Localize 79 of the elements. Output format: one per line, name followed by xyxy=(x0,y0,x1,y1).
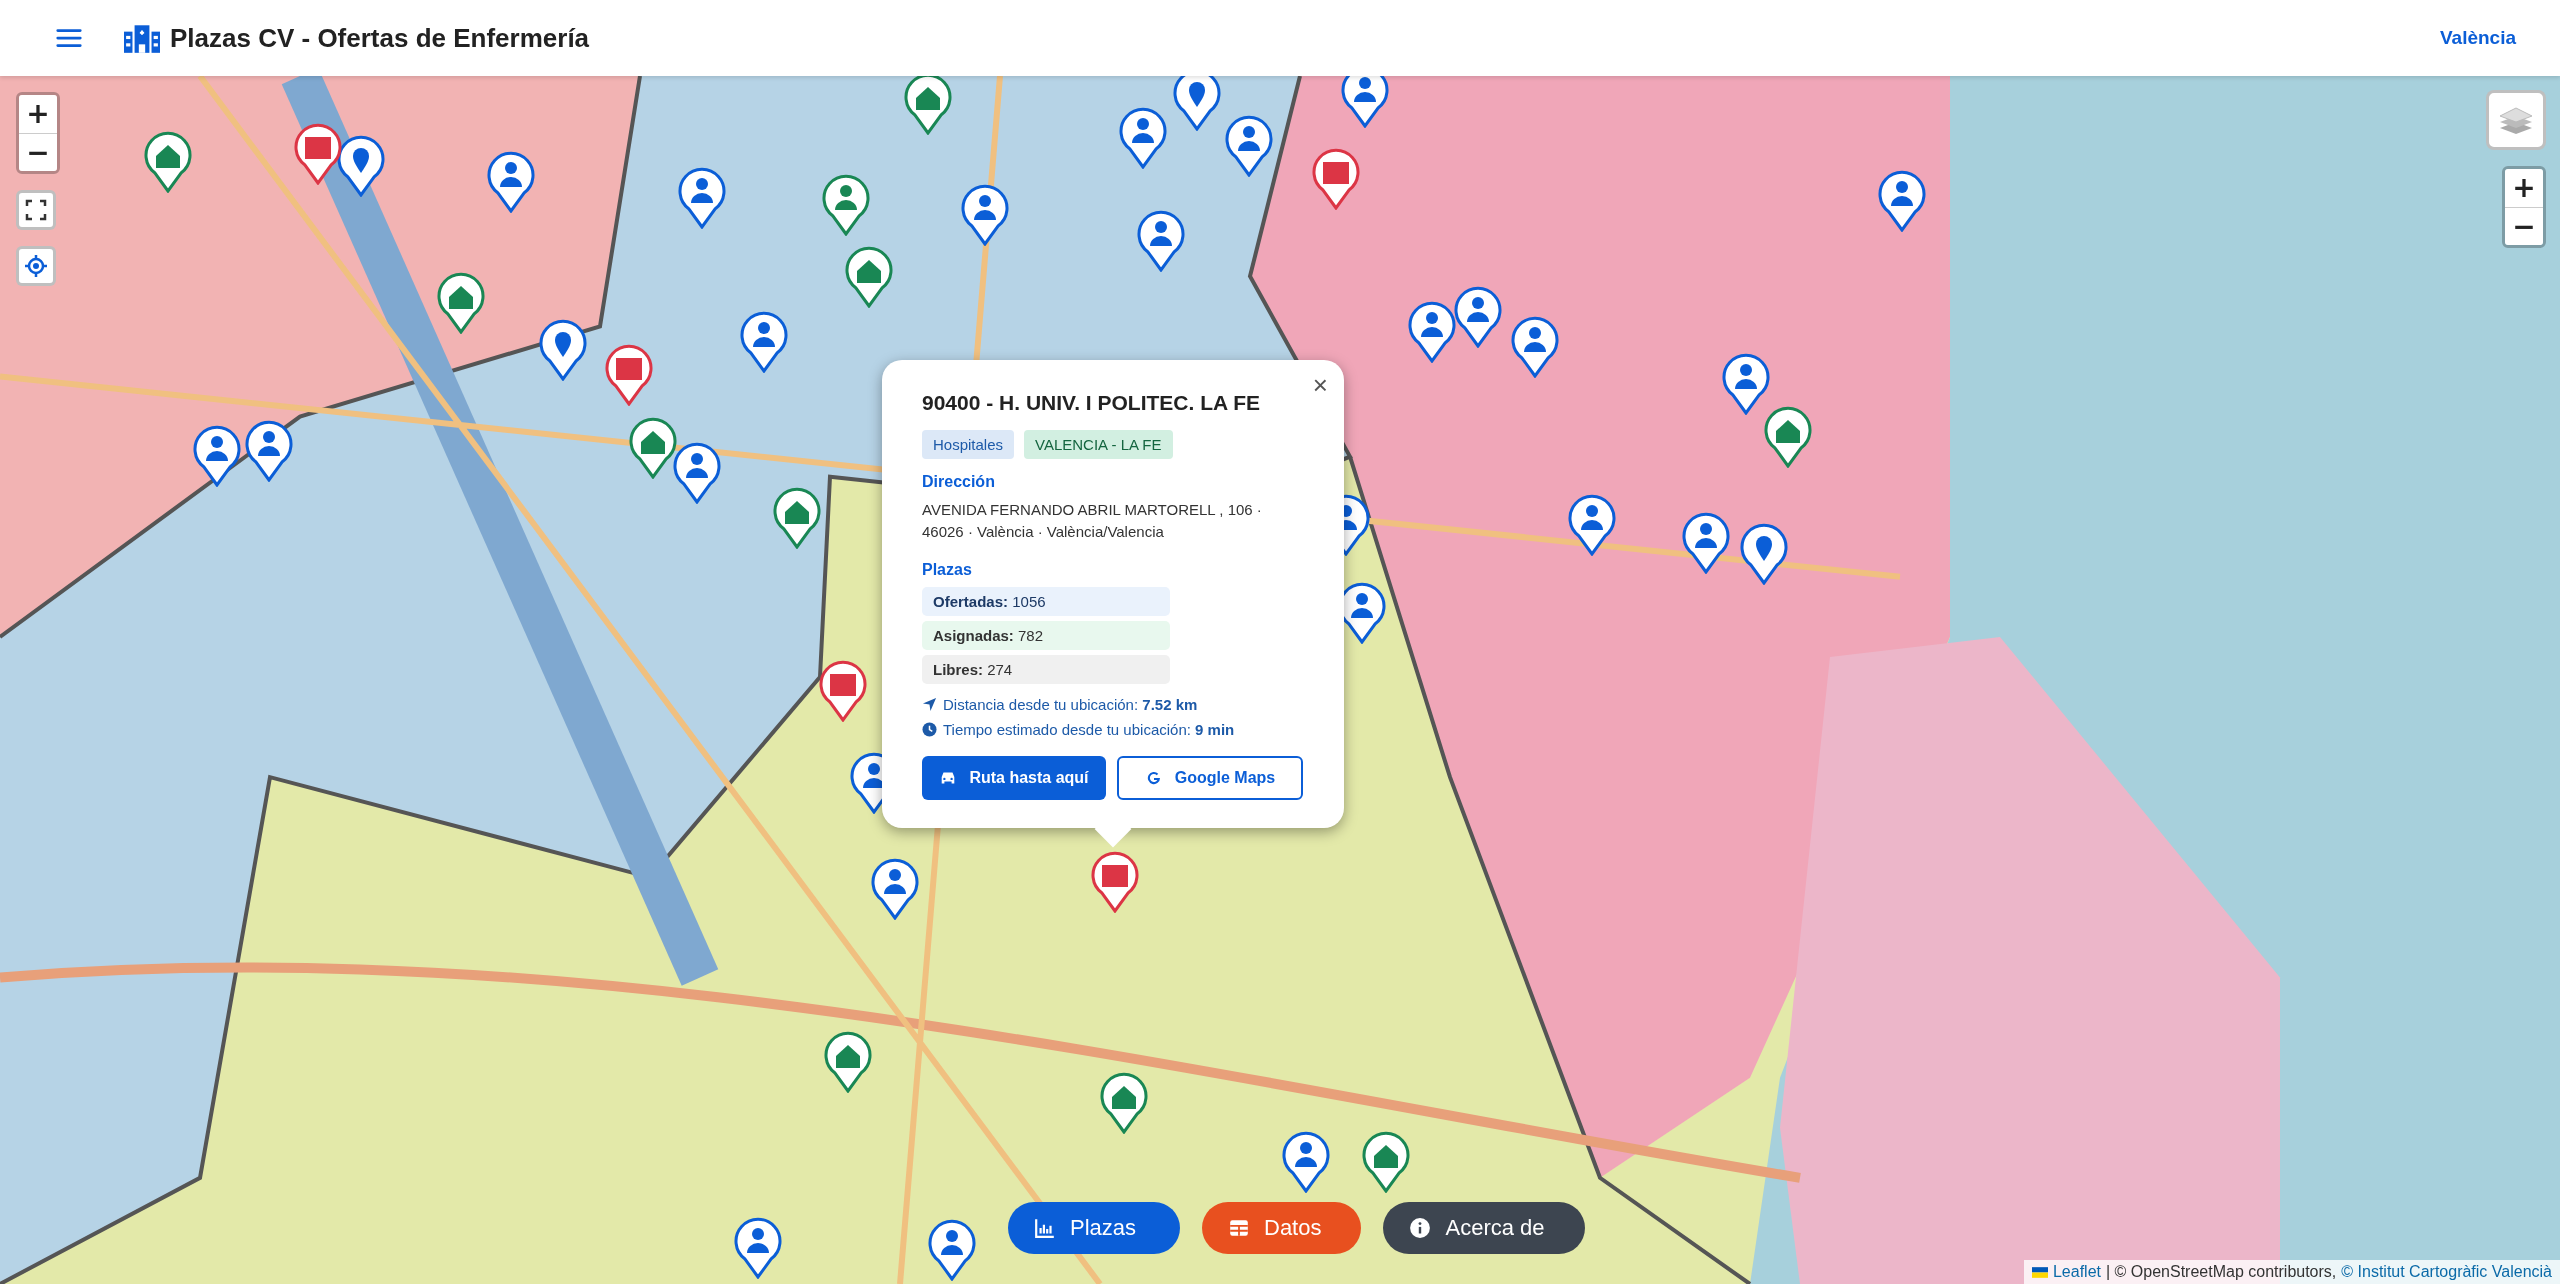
leaflet-link[interactable]: Leaflet xyxy=(2052,1263,2101,1281)
house-pin-icon[interactable] xyxy=(771,487,822,550)
info-button[interactable]: Acerca de xyxy=(1383,1202,1585,1254)
person-pin-icon[interactable] xyxy=(1720,353,1771,416)
zoom-out-button[interactable]: − xyxy=(19,133,57,171)
person-pin-icon[interactable] xyxy=(1281,1130,1332,1193)
person-pin-icon[interactable] xyxy=(1340,76,1391,128)
person-pin-icon[interactable] xyxy=(1681,511,1732,574)
app-title: Plazas CV - Ofertas de Enfermería xyxy=(170,22,590,54)
route-button[interactable]: Ruta hasta aquí xyxy=(922,756,1106,800)
stat-row: Libres: 274 xyxy=(922,655,1170,684)
info-icon xyxy=(1409,1217,1432,1239)
hospital-logo-icon xyxy=(124,23,160,53)
zoom-in-button[interactable]: + xyxy=(2505,169,2543,207)
person-pin-icon[interactable] xyxy=(244,420,295,483)
stat-row: Asignadas: 782 xyxy=(922,621,1170,650)
person-pin-icon[interactable] xyxy=(677,167,728,230)
flag-icon xyxy=(2031,1266,2048,1278)
building-pin-icon[interactable] xyxy=(817,660,868,723)
building-pin-icon[interactable] xyxy=(1090,851,1141,914)
person-pin-icon[interactable] xyxy=(869,858,920,920)
house-pin-icon[interactable] xyxy=(1763,405,1814,468)
house-pin-icon[interactable] xyxy=(1361,1130,1412,1193)
distance-text: Distancia desde tu ubicación: 7.52 km xyxy=(943,696,1198,713)
person-pin-icon[interactable] xyxy=(486,150,537,213)
close-button[interactable]: × xyxy=(1308,370,1332,401)
table-icon xyxy=(1228,1217,1250,1239)
house-pin-icon[interactable] xyxy=(1098,1071,1149,1134)
building-pin-icon[interactable] xyxy=(1310,147,1361,210)
tag: Hospitales xyxy=(922,430,1015,459)
maps-button[interactable]: Google Maps xyxy=(1117,756,1303,800)
house-pin-icon[interactable] xyxy=(628,417,679,480)
person-pin-icon[interactable] xyxy=(672,441,723,504)
location-pin-icon[interactable] xyxy=(1172,76,1222,132)
chart-button[interactable]: Plazas xyxy=(1008,1202,1180,1254)
fullscreen-icon xyxy=(24,198,48,222)
attribution-note: | © OpenStreetMap contributors, xyxy=(2106,1263,2337,1281)
navigation-arrow-icon xyxy=(922,697,937,712)
house-pin-icon[interactable] xyxy=(843,245,894,308)
provider-link[interactable]: © Institut Cartogràfic Valencià xyxy=(2341,1263,2552,1281)
crosshair-icon xyxy=(24,254,48,278)
address-text: AVENIDA FERNANDO ABRIL MARTORELL , 106 · 46026 · València · València/Valencia xyxy=(922,500,1263,542)
locate-button[interactable] xyxy=(16,246,56,286)
person-pin-icon[interactable] xyxy=(1224,114,1275,177)
building-pin-icon[interactable] xyxy=(603,343,654,406)
popup-title: 90400 - H. UNIV. I POLITEC. LA FE xyxy=(922,390,1262,416)
person-pin-icon[interactable] xyxy=(1136,209,1187,272)
time-text: Tiempo estimado desde tu ubicación: 9 min xyxy=(943,721,1235,738)
person-pin-icon[interactable] xyxy=(1118,106,1169,169)
zoom-out-button[interactable]: − xyxy=(2505,207,2543,245)
location-pin-icon[interactable] xyxy=(335,134,386,197)
tag: VALENCIA - LA FE xyxy=(1024,430,1173,459)
table-button[interactable]: Datos xyxy=(1202,1202,1362,1254)
zoom-in-button[interactable]: + xyxy=(19,95,57,133)
section-heading: Plazas xyxy=(922,561,973,579)
section-heading: Dirección xyxy=(922,473,996,491)
person-pin-icon[interactable] xyxy=(820,173,871,236)
bar-chart-icon xyxy=(1034,1217,1056,1239)
person-pin-icon[interactable] xyxy=(927,1218,978,1281)
location-pin-icon[interactable] xyxy=(538,319,589,382)
person-pin-icon[interactable] xyxy=(732,1217,783,1280)
person-pin-icon[interactable] xyxy=(1877,170,1928,233)
location-link[interactable]: València xyxy=(2439,27,2516,49)
house-pin-icon[interactable] xyxy=(435,271,486,334)
person-pin-icon[interactable] xyxy=(1567,493,1618,556)
person-pin-icon[interactable] xyxy=(1452,286,1503,349)
house-pin-icon[interactable] xyxy=(822,1031,873,1094)
fullscreen-button[interactable] xyxy=(16,190,56,230)
person-pin-icon[interactable] xyxy=(1407,301,1458,364)
person-pin-icon[interactable] xyxy=(959,183,1010,246)
house-pin-icon[interactable] xyxy=(902,76,953,135)
location-pin-icon[interactable] xyxy=(1738,523,1789,586)
clock-icon xyxy=(922,722,937,737)
person-pin-icon[interactable] xyxy=(1510,315,1560,378)
person-pin-icon[interactable] xyxy=(192,425,243,488)
person-pin-icon[interactable] xyxy=(739,310,790,373)
building-pin-icon[interactable] xyxy=(293,123,344,186)
stat-row: Ofertadas: 1056 xyxy=(922,587,1170,616)
house-pin-icon[interactable] xyxy=(143,131,194,194)
